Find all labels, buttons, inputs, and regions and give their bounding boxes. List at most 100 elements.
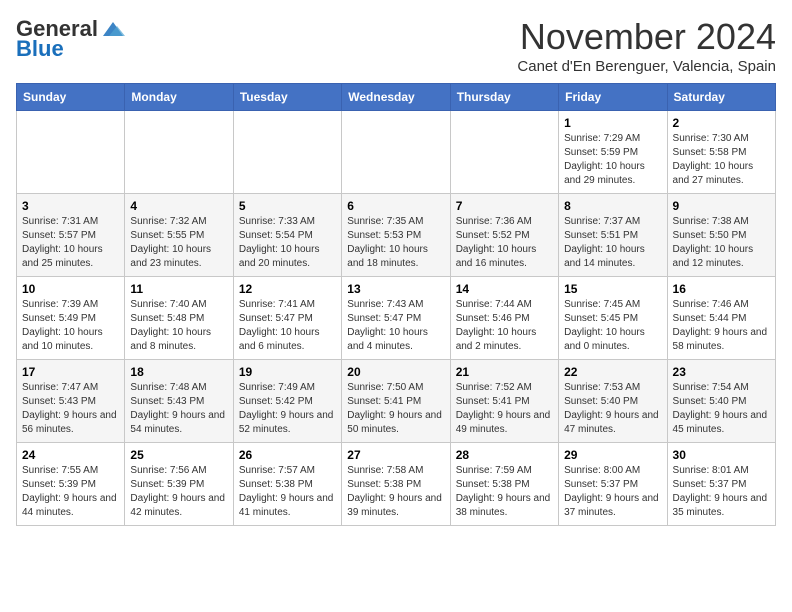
day-number: 19 xyxy=(239,365,336,379)
day-number: 30 xyxy=(673,448,770,462)
day-number: 20 xyxy=(347,365,444,379)
day-number: 3 xyxy=(22,199,119,213)
day-cell-5-1: 24 Sunrise: 7:55 AMSunset: 5:39 PMDayligh… xyxy=(17,443,125,526)
day-info: Sunrise: 7:49 AMSunset: 5:42 PMDaylight:… xyxy=(239,382,334,435)
day-info: Sunrise: 7:56 AMSunset: 5:39 PMDaylight:… xyxy=(130,465,225,518)
day-cell-5-2: 25 Sunrise: 7:56 AMSunset: 5:39 PMDayligh… xyxy=(125,443,233,526)
day-info: Sunrise: 7:30 AMSunset: 5:58 PMDaylight:… xyxy=(673,133,754,186)
day-number: 2 xyxy=(673,116,770,130)
day-cell-1-6: 1 Sunrise: 7:29 AMSunset: 5:59 PMDaylight… xyxy=(559,111,667,194)
day-info: Sunrise: 7:29 AMSunset: 5:59 PMDaylight:… xyxy=(564,133,645,186)
day-info: Sunrise: 7:33 AMSunset: 5:54 PMDaylight:… xyxy=(239,216,320,269)
day-cell-3-6: 15 Sunrise: 7:45 AMSunset: 5:45 PMDayligh… xyxy=(559,277,667,360)
day-cell-3-3: 12 Sunrise: 7:41 AMSunset: 5:47 PMDayligh… xyxy=(233,277,341,360)
month-title: November 2024 xyxy=(517,16,776,58)
day-cell-5-7: 30 Sunrise: 8:01 AMSunset: 5:37 PMDayligh… xyxy=(667,443,775,526)
day-cell-2-2: 4 Sunrise: 7:32 AMSunset: 5:55 PMDaylight… xyxy=(125,194,233,277)
day-cell-5-6: 29 Sunrise: 8:00 AMSunset: 5:37 PMDayligh… xyxy=(559,443,667,526)
header-saturday: Saturday xyxy=(667,84,775,111)
week-row-4: 17 Sunrise: 7:47 AMSunset: 5:43 PMDayligh… xyxy=(17,360,776,443)
day-cell-1-3 xyxy=(233,111,341,194)
day-info: Sunrise: 7:53 AMSunset: 5:40 PMDaylight:… xyxy=(564,382,659,435)
logo-blue-text: Blue xyxy=(16,36,64,62)
day-number: 12 xyxy=(239,282,336,296)
day-cell-5-4: 27Sunrise: 7:58 AMSunset: 5:38 PMDayligh… xyxy=(342,443,450,526)
logo: General Blue xyxy=(16,16,127,62)
day-cell-4-1: 17 Sunrise: 7:47 AMSunset: 5:43 PMDayligh… xyxy=(17,360,125,443)
header-thursday: Thursday xyxy=(450,84,558,111)
day-info: Sunrise: 7:57 AMSunset: 5:38 PMDaylight:… xyxy=(239,465,334,518)
day-number: 26 xyxy=(239,448,336,462)
day-info: Sunrise: 7:43 AMSunset: 5:47 PMDaylight:… xyxy=(347,299,428,352)
day-number: 21 xyxy=(456,365,553,379)
day-number: 11 xyxy=(130,282,227,296)
day-info: Sunrise: 7:36 AMSunset: 5:52 PMDaylight:… xyxy=(456,216,537,269)
day-number: 15 xyxy=(564,282,661,296)
day-cell-1-2 xyxy=(125,111,233,194)
page-header: General Blue November 2024 Canet d'En Be… xyxy=(16,16,776,75)
day-number: 13 xyxy=(347,282,444,296)
day-info: Sunrise: 7:41 AMSunset: 5:47 PMDaylight:… xyxy=(239,299,320,352)
day-number: 16 xyxy=(673,282,770,296)
day-number: 9 xyxy=(673,199,770,213)
day-info: Sunrise: 7:35 AMSunset: 5:53 PMDaylight:… xyxy=(347,216,428,269)
day-cell-2-3: 5Sunrise: 7:33 AMSunset: 5:54 PMDaylight… xyxy=(233,194,341,277)
day-info: Sunrise: 7:39 AMSunset: 5:49 PMDaylight:… xyxy=(22,299,103,352)
day-info: Sunrise: 7:40 AMSunset: 5:48 PMDaylight:… xyxy=(130,299,211,352)
day-info: Sunrise: 7:55 AMSunset: 5:39 PMDaylight:… xyxy=(22,465,117,518)
day-cell-4-2: 18 Sunrise: 7:48 AMSunset: 5:43 PMDayligh… xyxy=(125,360,233,443)
day-cell-1-4 xyxy=(342,111,450,194)
day-info: Sunrise: 7:31 AMSunset: 5:57 PMDaylight:… xyxy=(22,216,103,269)
day-info: Sunrise: 7:37 AMSunset: 5:51 PMDaylight:… xyxy=(564,216,645,269)
day-cell-2-6: 8Sunrise: 7:37 AMSunset: 5:51 PMDaylight… xyxy=(559,194,667,277)
day-info: Sunrise: 7:38 AMSunset: 5:50 PMDaylight:… xyxy=(673,216,754,269)
day-number: 17 xyxy=(22,365,119,379)
day-cell-5-3: 26 Sunrise: 7:57 AMSunset: 5:38 PMDayligh… xyxy=(233,443,341,526)
day-info: Sunrise: 8:00 AMSunset: 5:37 PMDaylight:… xyxy=(564,465,659,518)
weekday-header-row: Sunday Monday Tuesday Wednesday Thursday… xyxy=(17,84,776,111)
header-tuesday: Tuesday xyxy=(233,84,341,111)
day-info: Sunrise: 7:44 AMSunset: 5:46 PMDaylight:… xyxy=(456,299,537,352)
header-sunday: Sunday xyxy=(17,84,125,111)
day-cell-5-5: 28 Sunrise: 7:59 AMSunset: 5:38 PMDayligh… xyxy=(450,443,558,526)
day-info: Sunrise: 7:52 AMSunset: 5:41 PMDaylight:… xyxy=(456,382,551,435)
day-cell-2-7: 9 Sunrise: 7:38 AMSunset: 5:50 PMDaylight… xyxy=(667,194,775,277)
day-info: Sunrise: 8:01 AMSunset: 5:37 PMDaylight:… xyxy=(673,465,768,518)
day-cell-3-7: 16Sunrise: 7:46 AMSunset: 5:44 PMDayligh… xyxy=(667,277,775,360)
day-cell-4-7: 23Sunrise: 7:54 AMSunset: 5:40 PMDayligh… xyxy=(667,360,775,443)
day-cell-4-6: 22 Sunrise: 7:53 AMSunset: 5:40 PMDayligh… xyxy=(559,360,667,443)
day-info: Sunrise: 7:32 AMSunset: 5:55 PMDaylight:… xyxy=(130,216,211,269)
day-number: 24 xyxy=(22,448,119,462)
day-cell-4-4: 20Sunrise: 7:50 AMSunset: 5:41 PMDayligh… xyxy=(342,360,450,443)
day-number: 22 xyxy=(564,365,661,379)
day-info: Sunrise: 7:48 AMSunset: 5:43 PMDaylight:… xyxy=(130,382,225,435)
calendar-header: Sunday Monday Tuesday Wednesday Thursday… xyxy=(17,84,776,111)
day-number: 23 xyxy=(673,365,770,379)
day-number: 14 xyxy=(456,282,553,296)
day-info: Sunrise: 7:45 AMSunset: 5:45 PMDaylight:… xyxy=(564,299,645,352)
calendar-body: 1 Sunrise: 7:29 AMSunset: 5:59 PMDaylight… xyxy=(17,111,776,526)
header-monday: Monday xyxy=(125,84,233,111)
day-number: 7 xyxy=(456,199,553,213)
day-number: 4 xyxy=(130,199,227,213)
day-number: 1 xyxy=(564,116,661,130)
day-cell-2-4: 6Sunrise: 7:35 AMSunset: 5:53 PMDaylight… xyxy=(342,194,450,277)
day-number: 25 xyxy=(130,448,227,462)
day-info: Sunrise: 7:47 AMSunset: 5:43 PMDaylight:… xyxy=(22,382,117,435)
day-cell-3-1: 10 Sunrise: 7:39 AMSunset: 5:49 PMDayligh… xyxy=(17,277,125,360)
location-subtitle: Canet d'En Berenguer, Valencia, Spain xyxy=(517,58,776,75)
header-wednesday: Wednesday xyxy=(342,84,450,111)
day-cell-4-3: 19 Sunrise: 7:49 AMSunset: 5:42 PMDayligh… xyxy=(233,360,341,443)
day-number: 18 xyxy=(130,365,227,379)
day-number: 28 xyxy=(456,448,553,462)
day-cell-3-2: 11 Sunrise: 7:40 AMSunset: 5:48 PMDayligh… xyxy=(125,277,233,360)
calendar-table: Sunday Monday Tuesday Wednesday Thursday… xyxy=(16,83,776,526)
day-number: 29 xyxy=(564,448,661,462)
day-number: 10 xyxy=(22,282,119,296)
week-row-1: 1 Sunrise: 7:29 AMSunset: 5:59 PMDaylight… xyxy=(17,111,776,194)
title-block: November 2024 Canet d'En Berenguer, Vale… xyxy=(517,16,776,75)
day-cell-1-5 xyxy=(450,111,558,194)
day-cell-1-7: 2 Sunrise: 7:30 AMSunset: 5:58 PMDaylight… xyxy=(667,111,775,194)
day-info: Sunrise: 7:59 AMSunset: 5:38 PMDaylight:… xyxy=(456,465,551,518)
day-cell-4-5: 21 Sunrise: 7:52 AMSunset: 5:41 PMDayligh… xyxy=(450,360,558,443)
